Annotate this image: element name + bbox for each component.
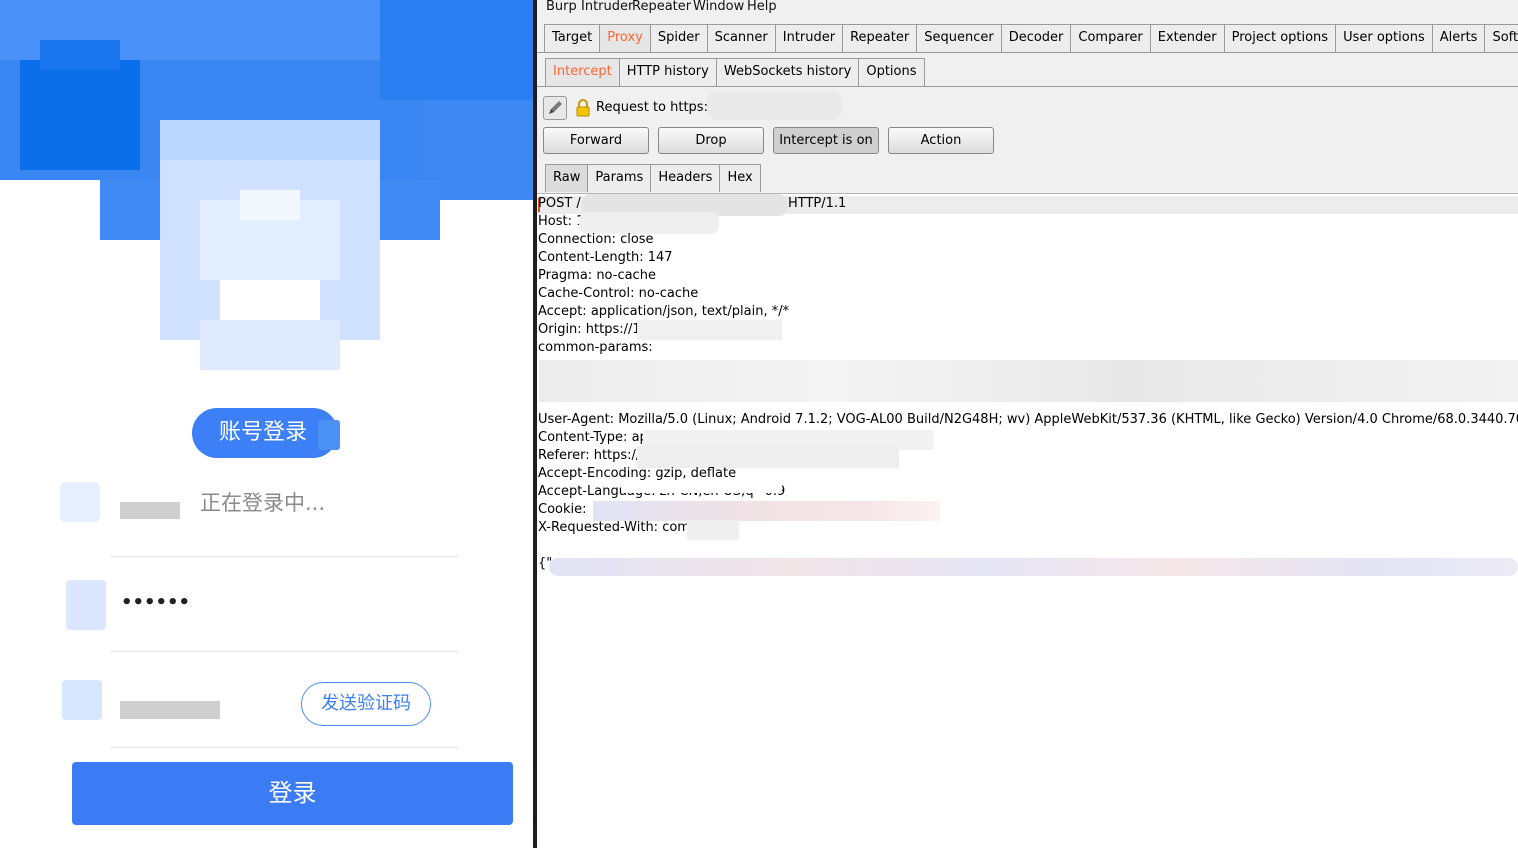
header-banner-blur bbox=[380, 0, 533, 100]
tab-intercept[interactable]: Intercept bbox=[545, 58, 620, 86]
tab-comparer[interactable]: Comparer bbox=[1070, 24, 1151, 52]
tab-params[interactable]: Params bbox=[587, 164, 652, 192]
menu-help[interactable]: Help bbox=[747, 0, 777, 14]
redacted-host bbox=[707, 92, 842, 120]
burp-suite-window: Burp Intruder Repeater Window Help Targe… bbox=[537, 0, 1518, 848]
header-content-length: Content-Length: 147 bbox=[538, 250, 673, 265]
loading-status-text: 正在登录中... bbox=[200, 491, 326, 515]
header-banner-blur bbox=[40, 40, 120, 70]
tab-spider[interactable]: Spider bbox=[649, 24, 708, 52]
request-target-label: Request to https:// bbox=[596, 100, 717, 115]
intercept-toggle-button[interactable]: Intercept is on bbox=[773, 127, 879, 154]
tab-hex[interactable]: Hex bbox=[719, 164, 761, 192]
tab-headers[interactable]: Headers bbox=[650, 164, 721, 192]
account-login-tab[interactable]: 账号登录 bbox=[192, 408, 338, 458]
forward-button[interactable]: Forward bbox=[543, 127, 649, 154]
action-button[interactable]: Action bbox=[888, 127, 994, 154]
shield-icon bbox=[62, 680, 102, 720]
menu-window[interactable]: Window bbox=[693, 0, 744, 14]
redacted-referer bbox=[637, 446, 899, 468]
lock-icon bbox=[576, 99, 590, 117]
sms-code-input-masked[interactable] bbox=[120, 701, 220, 719]
tab-software-vulnerability[interactable]: Software Vulne bbox=[1484, 24, 1518, 52]
header-accept-encoding: Accept-Encoding: gzip, deflate bbox=[538, 466, 737, 481]
user-icon bbox=[60, 482, 100, 522]
tab-alerts[interactable]: Alerts bbox=[1431, 24, 1486, 52]
tab-decoder[interactable]: Decoder bbox=[1000, 24, 1072, 52]
header-x-requested-with: X-Requested-With: com. bbox=[538, 520, 695, 535]
main-tab-bar: Target Proxy Spider Scanner Intruder Rep… bbox=[544, 24, 1518, 52]
header-pragma: Pragma: no-cache bbox=[538, 268, 656, 283]
password-field-underline bbox=[110, 651, 459, 652]
redacted-package bbox=[687, 520, 739, 540]
redacted-cookie bbox=[593, 501, 940, 521]
tab-extender[interactable]: Extender bbox=[1149, 24, 1225, 52]
request-line-protocol: HTTP/1.1 bbox=[788, 196, 847, 211]
menu-intruder[interactable]: Intruder bbox=[581, 0, 633, 14]
tab-project-options[interactable]: Project options bbox=[1223, 24, 1337, 52]
menu-burp[interactable]: Burp bbox=[546, 0, 577, 14]
tab-websockets-history[interactable]: WebSockets history bbox=[715, 58, 860, 86]
avatar-blur bbox=[240, 190, 300, 220]
avatar-blur bbox=[200, 320, 340, 370]
tab-intruder[interactable]: Intruder bbox=[774, 24, 844, 52]
login-submit-button[interactable]: 登录 bbox=[72, 762, 513, 825]
account-input-masked[interactable] bbox=[120, 502, 180, 519]
tab-raw[interactable]: Raw bbox=[545, 164, 589, 192]
login-tab-edge bbox=[318, 420, 340, 450]
account-field-underline bbox=[110, 556, 459, 557]
redacted-host-value bbox=[579, 212, 719, 234]
pencil-icon bbox=[549, 101, 562, 114]
header-common-params: common-params: bbox=[538, 340, 653, 355]
main-tab-underline bbox=[537, 52, 1518, 53]
header-cookie: Cookie: bbox=[538, 502, 587, 517]
menu-bar: Burp Intruder Repeater Window Help bbox=[537, 0, 1518, 16]
proxy-tab-underline bbox=[537, 86, 1518, 87]
tab-sequencer[interactable]: Sequencer bbox=[916, 24, 1002, 52]
tab-http-history[interactable]: HTTP history bbox=[618, 58, 717, 86]
header-content-type: Content-Type: ap bbox=[538, 430, 648, 445]
header-accept: Accept: application/json, text/plain, */… bbox=[538, 304, 790, 319]
password-input[interactable]: •••••• bbox=[121, 592, 190, 613]
header-cache-control: Cache-Control: no-cache bbox=[538, 286, 699, 301]
request-line-method: POST / bbox=[538, 196, 581, 211]
mobile-login-app: 账号登录 正在登录中... •••••• 发送验证码 登录 bbox=[0, 0, 533, 848]
tab-proxy[interactable]: Proxy bbox=[599, 24, 651, 52]
tab-scanner[interactable]: Scanner bbox=[706, 24, 776, 52]
redacted-accept-language bbox=[622, 484, 782, 493]
tab-repeater[interactable]: Repeater bbox=[842, 24, 918, 52]
header-referer: Referer: https:// bbox=[538, 448, 641, 463]
header-banner-blur bbox=[20, 60, 140, 170]
send-code-button[interactable]: 发送验证码 bbox=[301, 682, 431, 726]
header-origin: Origin: https://1 bbox=[538, 322, 641, 337]
proxy-tab-bar: Intercept HTTP history WebSockets histor… bbox=[545, 58, 925, 86]
tab-target[interactable]: Target bbox=[544, 24, 601, 52]
redacted-common-params bbox=[539, 360, 1518, 402]
redacted-body bbox=[549, 558, 1518, 576]
request-editor[interactable]: POST / HTTP/1.1 Host: 1 Connection: clos… bbox=[537, 193, 1518, 848]
lock-icon bbox=[66, 580, 106, 630]
redacted-origin bbox=[637, 320, 782, 340]
menu-repeater[interactable]: Repeater bbox=[632, 0, 691, 14]
sms-field-underline bbox=[110, 747, 459, 748]
edit-pencil-button[interactable] bbox=[543, 96, 567, 120]
header-host: Host: 1 bbox=[538, 214, 585, 229]
header-banner-blur bbox=[160, 120, 380, 160]
header-connection: Connection: close bbox=[538, 232, 654, 247]
drop-button[interactable]: Drop bbox=[658, 127, 764, 154]
tab-user-options[interactable]: User options bbox=[1335, 24, 1433, 52]
message-view-tab-bar: Raw Params Headers Hex bbox=[545, 164, 761, 192]
avatar-blur bbox=[220, 280, 320, 320]
tab-proxy-options[interactable]: Options bbox=[858, 58, 925, 86]
header-user-agent: User-Agent: Mozilla/5.0 (Linux; Android … bbox=[538, 412, 1518, 427]
